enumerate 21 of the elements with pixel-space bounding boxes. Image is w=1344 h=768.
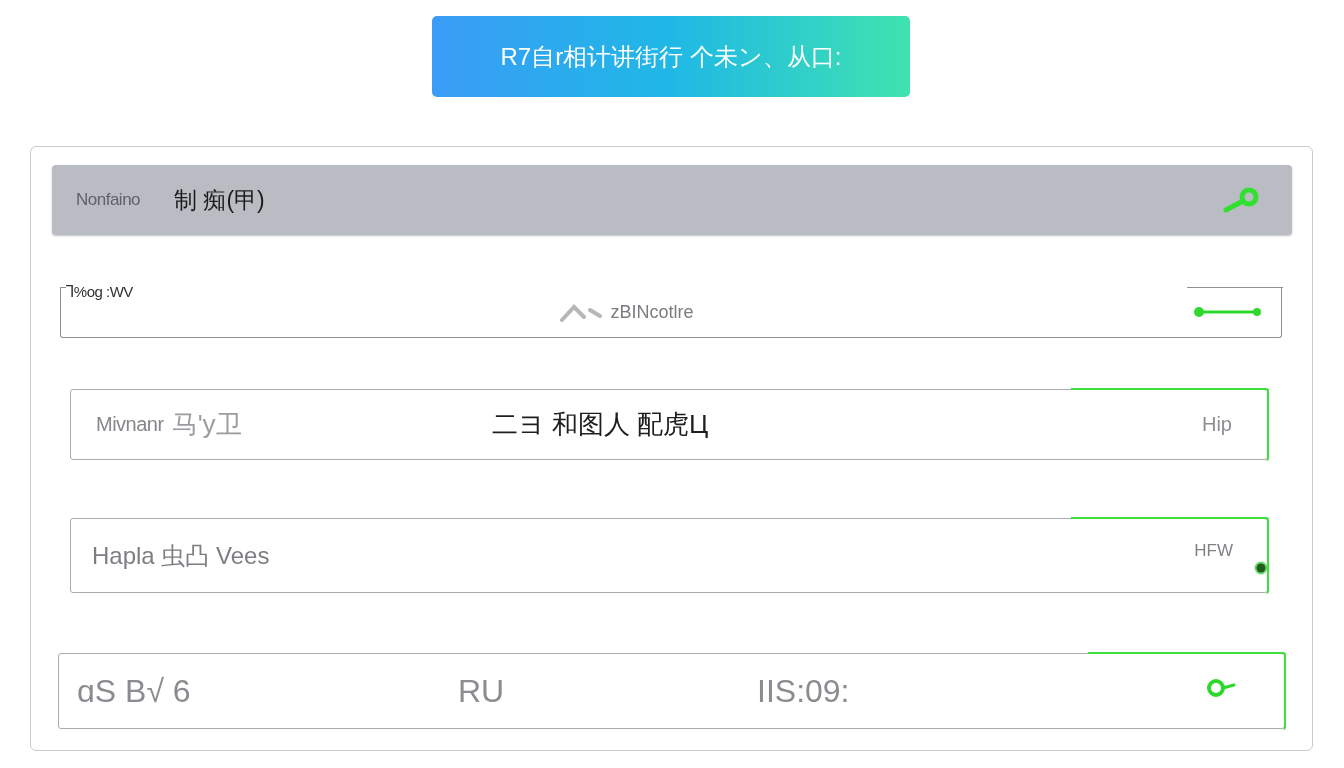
row-text: zBINcotlre — [610, 301, 694, 323]
row-label: Hapla 虫凸 Vees — [92, 540, 270, 571]
row-text: 二ヨ 和图人 配虎Ц — [491, 408, 709, 441]
row-label: Mivnanr — [96, 413, 164, 436]
row-cell-text: ɑS B√ 6 — [77, 672, 192, 710]
row-tag: Hip — [1202, 413, 1232, 436]
header-title: 制 痴(甲) — [174, 185, 265, 215]
list-item[interactable]: Hapla 虫凸 Vees HFW — [70, 518, 1268, 593]
line-icon — [1193, 306, 1263, 318]
row-tag: HFW — [1194, 540, 1233, 561]
row-cell-text: RU — [458, 672, 506, 710]
list-item[interactable]: ɑS B√ 6 RU IIS:09: — [58, 653, 1285, 729]
header-label: Nonfaino — [76, 190, 141, 210]
row-cell: IIS:09: — [757, 672, 850, 710]
status-dot-icon — [1254, 561, 1268, 575]
chevron-icon — [560, 302, 605, 322]
ring-icon — [1206, 677, 1236, 699]
title-button[interactable]: R7自r相计讲街行 个未ン、从口: — [432, 16, 910, 97]
list-item[interactable]: Mivnanr 马'y卫 二ヨ 和图人 配虎Ц Hip — [70, 389, 1268, 460]
row-label: Ꞁ%og :WV — [66, 283, 133, 301]
row-value: 马'y卫 — [171, 408, 242, 441]
